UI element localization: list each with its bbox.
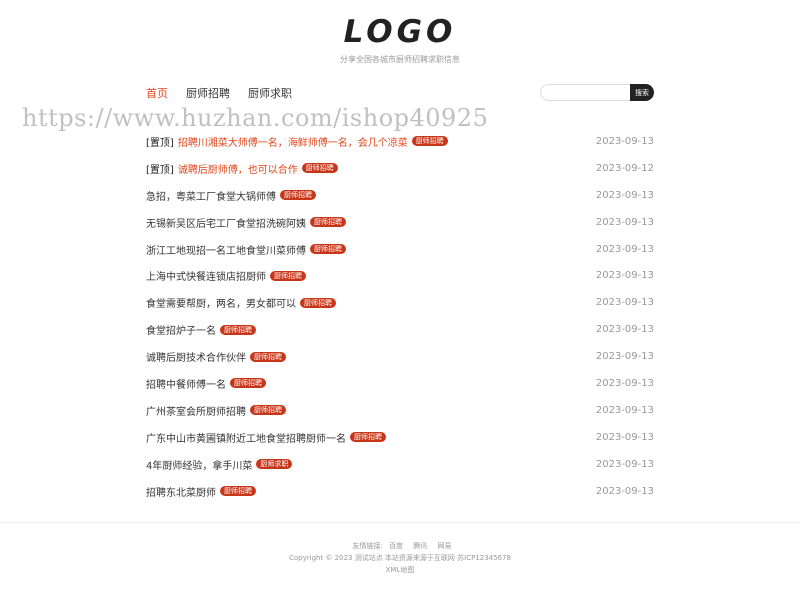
post-date: 2023-09-13 — [595, 243, 654, 255]
list-item[interactable]: 无锡新吴区后宅工厂食堂招洗碗阿姨 厨师招聘 2023-09-13 — [146, 209, 654, 236]
list-item-main: 食堂招炉子一名 厨师招聘 — [146, 322, 256, 337]
list-item-main: 广东中山市黄圃镇附近工地食堂招聘厨师一名 厨师招聘 — [146, 430, 386, 445]
post-date: 2023-09-13 — [595, 458, 654, 470]
list-item[interactable]: 4年厨师经验，拿手川菜 厨师求职 2023-09-13 — [146, 451, 654, 478]
list-item[interactable]: 浙江工地现招一名工地食堂川菜师傅 厨师招聘 2023-09-13 — [146, 236, 654, 263]
category-badge[interactable]: 厨师招聘 — [310, 244, 346, 254]
category-badge[interactable]: 厨师招聘 — [220, 486, 256, 497]
post-title-link[interactable]: 招聘中餐师傅一名 — [146, 376, 226, 391]
list-item[interactable]: [置顶] 招聘川湘菜大师傅一名，海鲜师傅一名，会几个凉菜 厨师招聘 2023-09-1… — [146, 128, 654, 155]
category-badge[interactable]: 厨师招聘 — [350, 432, 386, 443]
post-title-link[interactable]: 食堂需要帮厨，两名，男女都可以 — [146, 295, 296, 310]
category-badge[interactable]: 厨师招聘 — [280, 190, 316, 201]
search-box: 搜索 — [540, 84, 654, 101]
category-badge[interactable]: 厨师求职 — [256, 459, 293, 470]
category-badge[interactable]: 厨师招聘 — [310, 217, 346, 228]
post-date: 2023-09-13 — [595, 351, 654, 363]
list-item[interactable]: 诚聘后厨技术合作伙伴 厨师招聘 2023-09-13 — [146, 343, 654, 370]
post-title-link[interactable]: 诚聘后厨技术合作伙伴 — [146, 349, 246, 364]
post-title-link[interactable]: 急招，粤菜工厂食堂大锅师傅 — [146, 188, 276, 203]
post-date: 2023-09-13 — [595, 485, 654, 497]
post-date: 2023-09-13 — [595, 216, 654, 228]
post-date: 2023-09-13 — [595, 377, 654, 389]
category-badge[interactable]: 厨师招聘 — [220, 324, 256, 335]
category-badge[interactable]: 厨师招聘 — [411, 136, 448, 147]
post-title-link[interactable]: 浙江工地现招一名工地食堂川菜师傅 — [146, 242, 306, 257]
post-title-link[interactable]: 招聘东北菜厨师 — [146, 484, 216, 499]
site-tagline: 分享全国各城市厨师招聘求职信息 — [340, 55, 460, 64]
friend-links-label: 友情链接: — [352, 542, 383, 550]
post-list: [置顶] 招聘川湘菜大师傅一名，海鲜师傅一名，会几个凉菜 厨师招聘 2023-09-1… — [146, 128, 654, 504]
category-badge[interactable]: 厨师招聘 — [270, 270, 306, 281]
list-item-main: 上海中式快餐连锁店招厨师 厨师招聘 — [146, 268, 306, 283]
post-date: 2023-09-12 — [595, 162, 654, 174]
site-header: LOGO 分享全国各城市厨师招聘求职信息 — [0, 0, 800, 75]
list-item[interactable]: 广东中山市黄圃镇附近工地食堂招聘厨师一名 厨师招聘 2023-09-13 — [146, 424, 654, 451]
sitemap-link[interactable]: XML地图 — [386, 566, 415, 574]
pinned-marker: [置顶] — [146, 137, 174, 149]
list-item-main: 招聘东北菜厨师 厨师招聘 — [146, 484, 256, 499]
post-title-link[interactable]: 招聘川湘菜大师傅一名，海鲜师傅一名，会几个凉菜 — [178, 134, 408, 149]
post-date: 2023-09-13 — [595, 404, 654, 416]
list-item-main: 广州茶室会所厨师招聘 厨师招聘 — [146, 403, 286, 418]
site-logo[interactable]: LOGO — [0, 14, 800, 50]
list-item[interactable]: 广州茶室会所厨师招聘 厨师招聘 2023-09-13 — [146, 397, 654, 424]
list-item-main: 招聘中餐师傅一名 厨师招聘 — [146, 376, 266, 391]
main-nav: 首页 厨师招聘 厨师求职 — [146, 85, 292, 101]
list-item[interactable]: 急招，粤菜工厂食堂大锅师傅 厨师招聘 2023-09-13 — [146, 182, 654, 209]
nav-item-chef-seekers[interactable]: 厨师求职 — [248, 85, 292, 101]
search-button[interactable]: 搜索 — [630, 84, 654, 101]
list-item[interactable]: 招聘东北菜厨师 厨师招聘 2023-09-13 — [146, 478, 654, 505]
list-item-main: [置顶] 招聘川湘菜大师傅一名，海鲜师傅一名，会几个凉菜 厨师招聘 — [146, 134, 448, 149]
search-input[interactable] — [540, 84, 630, 101]
list-item[interactable]: 食堂招炉子一名 厨师招聘 2023-09-13 — [146, 316, 654, 343]
post-title-link[interactable]: 食堂招炉子一名 — [146, 322, 216, 337]
post-date: 2023-09-13 — [595, 189, 654, 201]
list-item[interactable]: 食堂需要帮厨，两名，男女都可以 厨师招聘 2023-09-13 — [146, 289, 654, 316]
category-badge[interactable]: 厨师招聘 — [230, 378, 266, 389]
category-badge[interactable]: 厨师招聘 — [301, 163, 338, 174]
site-footer: 友情链接: 百度 腾讯 网易 Copyright © 2023 测试站点 本站资… — [0, 540, 800, 576]
post-date: 2023-09-13 — [595, 324, 654, 336]
post-title-link[interactable]: 上海中式快餐连锁店招厨师 — [146, 268, 266, 283]
list-item-main: 急招，粤菜工厂食堂大锅师傅 厨师招聘 — [146, 188, 316, 203]
post-date: 2023-09-13 — [595, 135, 654, 147]
list-item[interactable]: 上海中式快餐连锁店招厨师 厨师招聘 2023-09-13 — [146, 262, 654, 289]
friend-link-netease[interactable]: 网易 — [438, 542, 452, 550]
post-title-link[interactable]: 无锡新吴区后宅工厂食堂招洗碗阿姨 — [146, 215, 306, 230]
post-date: 2023-09-13 — [595, 431, 654, 443]
nav-item-chef-jobs[interactable]: 厨师招聘 — [186, 85, 230, 101]
list-item-main: 浙江工地现招一名工地食堂川菜师傅 厨师招聘 — [146, 242, 346, 257]
category-badge[interactable]: 厨师招聘 — [250, 405, 286, 416]
category-badge[interactable]: 厨师招聘 — [300, 297, 336, 308]
list-item-main: 诚聘后厨技术合作伙伴 厨师招聘 — [146, 349, 286, 364]
post-title-link[interactable]: 广东中山市黄圃镇附近工地食堂招聘厨师一名 — [146, 430, 346, 445]
copyright-text: Copyright © 2023 测试站点 本站资源来源于互联网 苏ICP123… — [289, 554, 511, 562]
pinned-marker: [置顶] — [146, 164, 174, 176]
list-item[interactable]: [置顶] 诚聘后厨师傅，也可以合作 厨师招聘 2023-09-12 — [146, 155, 654, 182]
list-item-main: [置顶] 诚聘后厨师傅，也可以合作 厨师招聘 — [146, 161, 338, 176]
friend-links: 友情链接: 百度 腾讯 网易 — [0, 540, 800, 552]
list-item-main: 无锡新吴区后宅工厂食堂招洗碗阿姨 厨师招聘 — [146, 215, 346, 230]
friend-link-baidu[interactable]: 百度 — [389, 542, 403, 550]
post-title-link[interactable]: 诚聘后厨师傅，也可以合作 — [178, 161, 298, 176]
list-item[interactable]: 招聘中餐师傅一名 厨师招聘 2023-09-13 — [146, 370, 654, 397]
post-title-link[interactable]: 4年厨师经验，拿手川菜 — [146, 457, 252, 472]
friend-link-tencent[interactable]: 腾讯 — [413, 542, 427, 550]
nav-item-home[interactable]: 首页 — [146, 85, 168, 101]
category-badge[interactable]: 厨师招聘 — [250, 351, 286, 362]
post-date: 2023-09-13 — [595, 270, 654, 282]
footer-divider — [0, 522, 800, 523]
list-item-main: 食堂需要帮厨，两名，男女都可以 厨师招聘 — [146, 295, 336, 310]
post-date: 2023-09-13 — [595, 297, 654, 309]
list-item-main: 4年厨师经验，拿手川菜 厨师求职 — [146, 457, 293, 472]
post-title-link[interactable]: 广州茶室会所厨师招聘 — [146, 403, 246, 418]
